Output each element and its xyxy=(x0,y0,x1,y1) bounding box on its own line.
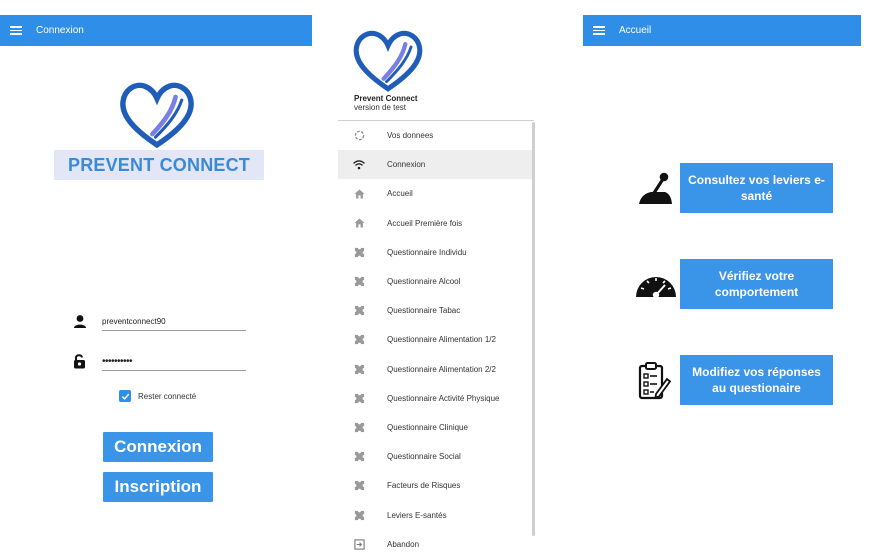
brand-banner: PREVENT CONNECT xyxy=(54,150,264,180)
drawer-item-questionnaire-alimentation-2[interactable]: Questionnaire Alimentation 2/2 xyxy=(338,355,534,384)
unlock-icon xyxy=(74,354,85,369)
username-field xyxy=(72,312,252,332)
drawer-item-questionnaire-clinique[interactable]: Questionnaire Clinique xyxy=(338,413,534,442)
drawer-menu-list: Vos donnees Connexion Accueil Accueil Pr… xyxy=(338,120,534,554)
puzzle-icon xyxy=(353,305,365,317)
remember-me-checkbox[interactable]: Rester connecté xyxy=(119,390,196,402)
puzzle-icon xyxy=(353,334,365,346)
verifier-comportement-button[interactable]: Vérifiez votre comportement xyxy=(680,259,833,309)
drawer-item-abandon[interactable]: Abandon xyxy=(338,530,534,554)
puzzle-icon xyxy=(353,246,365,258)
drawer-item-label: Questionnaire Social xyxy=(387,452,461,462)
exit-icon xyxy=(353,538,365,550)
home-app-bar: Accueil xyxy=(583,15,861,46)
drawer-item-leviers-e-santes[interactable]: Leviers E-santés xyxy=(338,500,534,529)
username-input[interactable] xyxy=(102,312,246,331)
puzzle-icon xyxy=(353,276,365,288)
drawer-item-questionnaire-activite-physique[interactable]: Questionnaire Activité Physique xyxy=(338,384,534,413)
modifier-reponses-button[interactable]: Modifiez vos réponses au questionaire xyxy=(680,355,833,405)
remember-me-label: Rester connecté xyxy=(138,391,197,401)
app-bar-title: Connexion xyxy=(36,25,84,36)
drawer-item-connexion[interactable]: Connexion xyxy=(338,150,534,180)
user-icon xyxy=(72,313,88,329)
drawer-item-label: Questionnaire Activité Physique xyxy=(387,393,500,403)
home-icon xyxy=(353,188,365,200)
home-screen: Accueil Consultez vos leviers e-santé Vé… xyxy=(583,0,882,554)
home-icon xyxy=(353,217,365,229)
drawer-item-label: Questionnaire Alimentation 1/2 xyxy=(387,335,496,345)
drawer-item-label: Questionnaire Clinique xyxy=(387,422,468,432)
puzzle-icon xyxy=(353,480,365,492)
puzzle-icon xyxy=(353,421,365,433)
login-app-bar: Connexion xyxy=(0,15,312,46)
password-field xyxy=(72,352,252,372)
drawer-item-vos-donnees[interactable]: Vos donnees xyxy=(338,121,534,150)
drawer-item-label: Facteurs de Risques xyxy=(387,481,461,491)
drawer-item-accueil-premiere-fois[interactable]: Accueil Première fois xyxy=(338,209,534,238)
puzzle-icon xyxy=(353,392,365,404)
joystick-lever-icon xyxy=(639,172,672,204)
drawer-item-questionnaire-tabac[interactable]: Questionnaire Tabac xyxy=(338,296,534,325)
drawer-scrollbar[interactable] xyxy=(532,122,535,536)
puzzle-icon xyxy=(353,363,365,375)
hamburger-menu-icon[interactable] xyxy=(10,26,22,35)
drawer-item-questionnaire-individu[interactable]: Questionnaire Individu xyxy=(338,238,534,267)
drawer-item-questionnaire-alimentation-1[interactable]: Questionnaire Alimentation 1/2 xyxy=(338,325,534,354)
drawer-header: Prevent Connect version de test xyxy=(354,94,418,112)
checkbox-checked-icon[interactable] xyxy=(119,390,131,402)
login-screen: Connexion PREVENT CONNECT preventconnect… xyxy=(0,0,312,554)
app-bar-title: Accueil xyxy=(619,25,652,36)
drawer-item-label: Questionnaire Alcool xyxy=(387,277,461,287)
drawer-item-questionnaire-alcool[interactable]: Questionnaire Alcool xyxy=(338,267,534,296)
drawer-item-label: Abandon xyxy=(387,539,420,549)
hamburger-menu-icon[interactable] xyxy=(593,26,605,35)
drawer-item-label: Questionnaire Individu xyxy=(387,247,467,257)
login-button[interactable]: Connexion xyxy=(103,432,213,462)
drawer-item-label: Questionnaire Tabac xyxy=(387,306,461,316)
clipboard-edit-icon xyxy=(638,362,671,400)
wifi-icon xyxy=(353,159,365,171)
drawer-item-label: Accueil Première fois xyxy=(387,218,463,228)
signup-button[interactable]: Inscription xyxy=(103,472,213,502)
heart-logo-icon xyxy=(120,82,194,148)
drawer-item-accueil[interactable]: Accueil xyxy=(338,179,534,208)
drawer-item-label: Leviers E-santés xyxy=(387,510,447,520)
heart-logo-icon xyxy=(353,30,423,92)
drawer-item-label: Vos donnees xyxy=(387,131,434,141)
drawer-app-name: Prevent Connect xyxy=(354,94,418,103)
drawer-item-label: Connexion xyxy=(387,160,426,170)
leviers-e-sante-button[interactable]: Consultez vos leviers e-santé xyxy=(680,163,833,213)
drawer-version: version de test xyxy=(354,103,407,112)
drawer-item-questionnaire-social[interactable]: Questionnaire Social xyxy=(338,442,534,471)
drawer-item-label: Questionnaire Alimentation 2/2 xyxy=(387,364,496,374)
drawer-item-facteurs-de-risques[interactable]: Facteurs de Risques xyxy=(338,471,534,500)
drawer-item-label: Accueil xyxy=(387,189,413,199)
puzzle-icon xyxy=(353,451,365,463)
speedometer-icon xyxy=(636,277,676,299)
password-input[interactable] xyxy=(102,352,246,371)
navigation-drawer: Prevent Connect version de test Vos donn… xyxy=(338,0,538,554)
puzzle-icon xyxy=(353,509,365,521)
loading-circle-icon xyxy=(353,130,365,142)
brand-name: PREVENT CONNECT xyxy=(67,154,250,175)
